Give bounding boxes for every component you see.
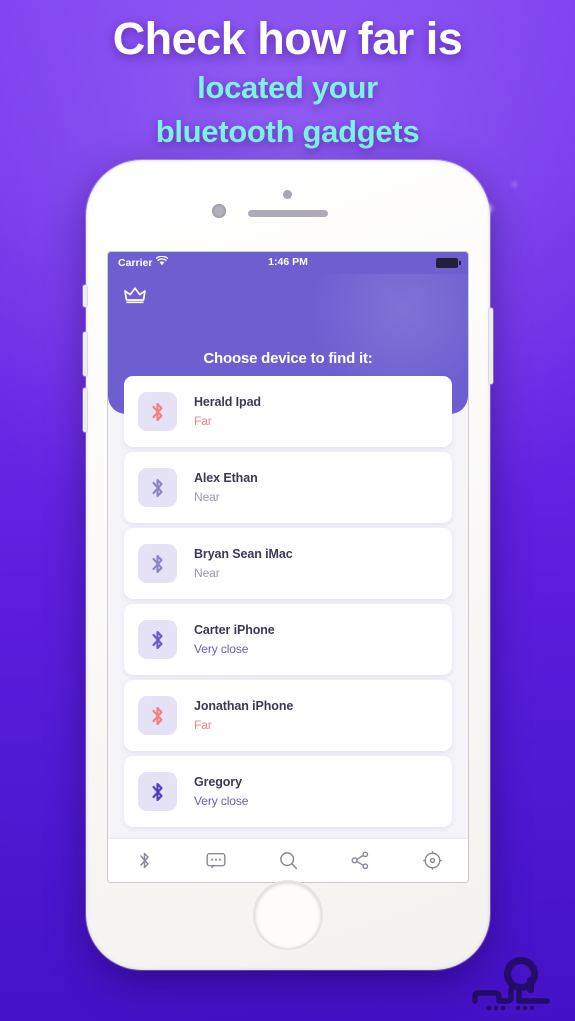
bottom-tab-bar[interactable] bbox=[108, 838, 468, 882]
power-button[interactable] bbox=[489, 308, 493, 384]
device-icon-tile bbox=[138, 392, 177, 431]
device-icon-tile bbox=[138, 544, 177, 583]
silent-switch-button[interactable] bbox=[83, 285, 87, 307]
home-button[interactable] bbox=[255, 882, 321, 948]
device-list-item[interactable]: Herald Ipad Far bbox=[124, 376, 452, 447]
promo-headline: Check how far is located your bluetooth … bbox=[0, 0, 575, 151]
device-list[interactable]: Herald Ipad Far Alex Ethan Near Bryan Sean i… bbox=[108, 376, 468, 838]
device-icon-tile bbox=[138, 696, 177, 735]
device-list-item[interactable]: Jonathan iPhone Far bbox=[124, 680, 452, 751]
device-distance-status: Far bbox=[194, 718, 212, 732]
device-list-item[interactable]: Gregory Very close bbox=[124, 756, 452, 827]
device-text-group: Gregory Very close bbox=[194, 775, 248, 808]
search-icon bbox=[279, 852, 297, 870]
tab-chat[interactable] bbox=[193, 839, 239, 883]
device-list-item[interactable]: Carter iPhone Very close bbox=[124, 604, 452, 675]
headline-line-2: located your bbox=[197, 69, 378, 105]
page-title: Choose device to find it: bbox=[203, 350, 373, 367]
volume-down-button[interactable] bbox=[83, 388, 87, 432]
sarzamin-logo bbox=[461, 957, 565, 1015]
chat-bubble-icon bbox=[206, 852, 226, 869]
bluetooth-icon bbox=[152, 402, 163, 421]
device-distance-status: Near bbox=[194, 566, 220, 580]
lens-flare-icon bbox=[512, 182, 517, 187]
device-text-group: Herald Ipad Far bbox=[194, 395, 261, 428]
status-bar-time: 1:46 PM bbox=[268, 256, 308, 268]
device-list-item[interactable]: Bryan Sean iMac Near bbox=[124, 528, 452, 599]
device-distance-status: Very close bbox=[194, 642, 249, 656]
device-distance-status: Near bbox=[194, 490, 220, 504]
device-icon-tile bbox=[138, 772, 177, 811]
headline-line-1: Check how far is bbox=[112, 13, 463, 64]
bluetooth-icon bbox=[152, 554, 163, 573]
device-name: Jonathan iPhone bbox=[194, 699, 294, 713]
bluetooth-icon bbox=[152, 706, 163, 725]
radar-icon bbox=[422, 851, 442, 870]
tab-share[interactable] bbox=[337, 839, 383, 883]
device-distance-status: Very close bbox=[194, 794, 249, 808]
device-text-group: Bryan Sean iMac Near bbox=[194, 547, 293, 580]
device-name: Carter iPhone bbox=[194, 623, 275, 637]
tab-search[interactable] bbox=[265, 839, 311, 883]
tab-radar[interactable] bbox=[409, 839, 455, 883]
device-name: Bryan Sean iMac bbox=[194, 547, 293, 561]
bluetooth-icon bbox=[152, 478, 163, 497]
device-list-item[interactable]: Alex Ethan Near bbox=[124, 452, 452, 523]
phone-mockup: Carrier 1:46 PM Choose device to find it… bbox=[83, 160, 493, 970]
battery-icon bbox=[436, 258, 461, 268]
phone-screen: Carrier 1:46 PM Choose device to find it… bbox=[108, 252, 468, 882]
device-text-group: Alex Ethan Near bbox=[194, 471, 258, 504]
device-name: Alex Ethan bbox=[194, 471, 258, 485]
tab-bluetooth[interactable] bbox=[121, 839, 167, 883]
crown-icon[interactable] bbox=[124, 286, 146, 310]
device-icon-tile bbox=[138, 468, 177, 507]
earpiece-speaker bbox=[248, 210, 328, 217]
proximity-sensor-icon bbox=[212, 204, 226, 218]
share-icon bbox=[350, 851, 368, 870]
device-distance-status: Far bbox=[194, 414, 212, 428]
bluetooth-icon bbox=[139, 852, 149, 869]
front-camera-icon bbox=[283, 190, 292, 199]
status-bar: Carrier 1:46 PM bbox=[108, 252, 468, 274]
device-name: Herald Ipad bbox=[194, 395, 261, 409]
bluetooth-icon bbox=[152, 630, 163, 649]
bluetooth-icon bbox=[152, 782, 163, 801]
volume-up-button[interactable] bbox=[83, 332, 87, 376]
device-name: Gregory bbox=[194, 775, 242, 789]
device-text-group: Jonathan iPhone Far bbox=[194, 699, 293, 732]
device-icon-tile bbox=[138, 620, 177, 659]
device-text-group: Carter iPhone Very close bbox=[194, 623, 275, 656]
headline-line-3: bluetooth gadgets bbox=[155, 114, 420, 150]
